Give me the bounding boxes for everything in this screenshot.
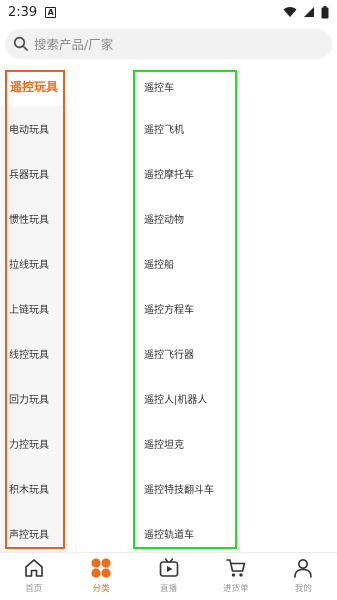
battery-icon <box>321 5 329 18</box>
subcategory-item[interactable]: 遥控车 <box>130 66 337 106</box>
nav-profile-label: 我的 <box>294 584 312 594</box>
cart-icon <box>224 556 248 580</box>
live-tv-icon <box>157 556 181 580</box>
status-time: 2:39 <box>8 4 38 20</box>
nav-category-label: 分类 <box>92 584 110 594</box>
nav-cart[interactable]: 进货单 <box>202 553 269 600</box>
subcategory-item[interactable]: 遥控船 <box>130 241 337 286</box>
sidebar-item-pull-back-toys[interactable]: 回力玩具 <box>0 376 67 421</box>
search-input[interactable] <box>34 36 304 52</box>
subcategory-item[interactable]: 遥控坦克 <box>130 421 337 466</box>
subcategory-item[interactable]: 遥控飞机 <box>130 106 337 151</box>
sidebar-item-force-control-toys[interactable]: 力控玩具 <box>0 421 67 466</box>
nav-category[interactable]: 分类 <box>67 553 134 600</box>
person-icon <box>291 556 315 580</box>
sidebar-item-wire-control-toys[interactable]: 线控玩具 <box>0 331 67 376</box>
nav-cart-label: 进货单 <box>223 584 249 594</box>
sidebar-item-inertia-toys[interactable]: 惯性玩具 <box>0 196 67 241</box>
subcategory-item[interactable]: 遥控方程车 <box>130 286 337 331</box>
subcategory-item[interactable]: 遥控摩托车 <box>130 151 337 196</box>
category-icon <box>89 556 113 580</box>
subcategory-item[interactable]: 遥控特技翻斗车 <box>130 466 337 511</box>
nav-live[interactable]: 直播 <box>135 553 202 600</box>
bottom-navigation: 首页 分类 直播 进货单 我的 <box>0 552 337 600</box>
nav-profile[interactable]: 我的 <box>270 553 337 600</box>
sidebar-item-sound-control-toys[interactable]: 声控玩具 <box>0 511 67 556</box>
nav-home-label: 首页 <box>25 584 43 594</box>
signal-icon <box>304 7 314 17</box>
sidebar-item-rc-toys[interactable]: 遥控玩具 <box>0 66 67 106</box>
sidebar-item-electric-toys[interactable]: 电动玩具 <box>0 106 67 151</box>
sidebar-item-weapon-toys[interactable]: 兵器玩具 <box>0 151 67 196</box>
search-icon <box>13 36 29 52</box>
sidebar-item-pull-string-toys[interactable]: 拉线玩具 <box>0 241 67 286</box>
home-icon <box>22 556 46 580</box>
sidebar-item-building-block-toys[interactable]: 积木玩具 <box>0 466 67 511</box>
subcategory-list: 遥控车 遥控飞机 遥控摩托车 遥控动物 遥控船 遥控方程车 遥控飞行器 遥控人|… <box>130 66 337 552</box>
category-sidebar: 遥控玩具 电动玩具 兵器玩具 惯性玩具 拉线玩具 上链玩具 线控玩具 回力玩具 … <box>0 66 67 552</box>
subcategory-item[interactable]: 遥控飞行器 <box>130 331 337 376</box>
status-icons <box>283 5 329 19</box>
status-bar: 2:39 A <box>0 0 337 24</box>
notification-icon: A <box>45 6 57 18</box>
search-bar[interactable] <box>5 29 332 59</box>
subcategory-item[interactable]: 遥控动物 <box>130 196 337 241</box>
sidebar-item-wind-up-toys[interactable]: 上链玩具 <box>0 286 67 331</box>
wifi-icon <box>283 7 297 17</box>
nav-live-label: 直播 <box>160 584 178 594</box>
nav-home[interactable]: 首页 <box>0 553 67 600</box>
subcategory-item[interactable]: 遥控轨道车 <box>130 511 337 556</box>
subcategory-item[interactable]: 遥控人|机器人 <box>130 376 337 421</box>
